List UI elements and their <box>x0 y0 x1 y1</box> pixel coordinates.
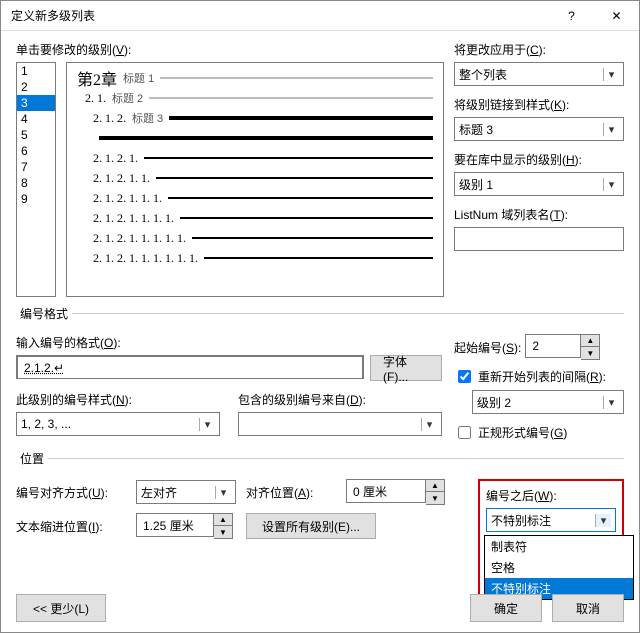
indent-spinner[interactable]: ▲▼ <box>136 513 236 539</box>
legal-label: 正规形式编号(G) <box>478 424 567 441</box>
font-button[interactable]: 字体(F)... <box>370 355 442 381</box>
titlebar: 定义新多级列表 ? ✕ <box>1 1 639 31</box>
ok-button[interactable]: 确定 <box>470 594 542 622</box>
aligned-at-label: 对齐位置(A): <box>246 484 336 501</box>
chevron-down-icon: ▾ <box>421 418 437 431</box>
close-button[interactable]: ✕ <box>594 1 639 30</box>
chevron-down-icon: ▾ <box>603 178 619 191</box>
window-title: 定义新多级列表 <box>11 7 95 24</box>
gallery-level-combo[interactable]: 级别 1▾ <box>454 172 624 196</box>
level-item[interactable]: 2 <box>17 79 55 95</box>
help-button[interactable]: ? <box>549 1 594 30</box>
position-legend: 位置 <box>16 450 48 467</box>
align-label: 编号对齐方式(U): <box>16 484 126 501</box>
less-button[interactable]: << 更少(L) <box>16 594 106 622</box>
enter-format-input[interactable] <box>16 355 364 379</box>
dialog-window: 定义新多级列表 ? ✕ 单击要修改的级别(V): 123456789 第2章标题… <box>0 0 640 633</box>
apply-to-label: 将更改应用于(C): <box>454 41 624 58</box>
restart-level-combo[interactable]: 级别 2▾ <box>472 390 624 414</box>
follow-option[interactable]: 空格 <box>485 557 633 578</box>
level-item[interactable]: 1 <box>17 63 55 79</box>
preview-row: 2. 1. 2. 1. 1. 1. <box>77 191 433 205</box>
start-at-label: 起始编号(S): <box>454 339 521 356</box>
chevron-down-icon: ▾ <box>603 68 619 81</box>
spin-down-icon[interactable]: ▼ <box>426 492 444 504</box>
position-section: 位置 <box>16 450 624 475</box>
spin-up-icon[interactable]: ▲ <box>581 335 599 347</box>
preview-row <box>77 131 433 145</box>
number-style-combo[interactable]: 1, 2, 3, ...▾ <box>16 412 220 436</box>
number-style-label: 此级别的编号样式(N): <box>16 391 220 408</box>
link-style-combo[interactable]: 标题 3▾ <box>454 117 624 141</box>
preview-row: 2. 1. 2. 1. 1. 1. 1. 1. 1. <box>77 251 433 265</box>
level-item[interactable]: 7 <box>17 159 55 175</box>
set-all-levels-button[interactable]: 设置所有级别(E)... <box>246 513 376 539</box>
listnum-label: ListNum 域列表名(T): <box>454 206 624 223</box>
preview-row: 2. 1. 2. 1. 1. 1. 1. 1. <box>77 231 433 245</box>
level-item[interactable]: 8 <box>17 175 55 191</box>
chevron-down-icon: ▾ <box>215 486 231 499</box>
chevron-down-icon: ▾ <box>595 514 611 527</box>
level-item[interactable]: 9 <box>17 191 55 207</box>
indent-label: 文本缩进位置(I): <box>16 518 126 535</box>
spin-up-icon[interactable]: ▲ <box>214 514 232 526</box>
level-listbox[interactable]: 123456789 <box>16 62 56 297</box>
chevron-down-icon: ▾ <box>603 396 619 409</box>
chevron-down-icon: ▾ <box>199 418 215 431</box>
legal-checkbox[interactable] <box>458 426 471 439</box>
spin-up-icon[interactable]: ▲ <box>426 480 444 492</box>
follow-dropdown-list[interactable]: 制表符空格不特别标注 <box>484 535 634 600</box>
format-section: 编号格式 <box>16 305 624 330</box>
spin-down-icon[interactable]: ▼ <box>581 347 599 359</box>
spin-down-icon[interactable]: ▼ <box>214 526 232 538</box>
chevron-down-icon: ▾ <box>603 123 619 136</box>
follow-option[interactable]: 制表符 <box>485 536 633 557</box>
listnum-input[interactable] <box>454 227 624 251</box>
apply-to-combo[interactable]: 整个列表▾ <box>454 62 624 86</box>
level-item[interactable]: 3 <box>17 95 55 111</box>
preview-row: 2. 1.标题 2 <box>77 91 433 105</box>
include-from-label: 包含的级别编号来自(D): <box>238 391 442 408</box>
preview-row: 2. 1. 2. 1. 1. <box>77 171 433 185</box>
preview-pane: 第2章标题 1 2. 1.标题 2 2. 1. 2.标题 3 2. 1. 2. 1. 2… <box>66 62 444 297</box>
include-from-combo[interactable]: ▾ <box>238 412 442 436</box>
gallery-level-label: 要在库中显示的级别(H): <box>454 151 624 168</box>
start-at-spinner[interactable]: ▲▼ <box>525 334 600 360</box>
follow-label: 编号之后(W): <box>486 487 616 504</box>
level-item[interactable]: 5 <box>17 127 55 143</box>
follow-number-highlight: 编号之后(W): 不特别标注▾ 制表符空格不特别标注 <box>478 479 624 598</box>
restart-label: 重新开始列表的间隔(R): <box>478 368 606 385</box>
format-legend: 编号格式 <box>16 305 72 322</box>
align-combo[interactable]: 左对齐▾ <box>136 480 236 504</box>
link-style-label: 将级别链接到样式(K): <box>454 96 624 113</box>
dialog-footer: << 更少(L) 确定 取消 <box>16 594 624 622</box>
level-item[interactable]: 6 <box>17 143 55 159</box>
enter-format-label: 输入编号的格式(O): <box>16 334 442 351</box>
aligned-at-spinner[interactable]: ▲▼ <box>346 479 466 505</box>
preview-row: 2. 1. 2.标题 3 <box>77 111 433 125</box>
follow-combo[interactable]: 不特别标注▾ <box>486 508 616 532</box>
cancel-button[interactable]: 取消 <box>552 594 624 622</box>
preview-row: 第2章标题 1 <box>77 71 433 85</box>
preview-row: 2. 1. 2. 1. 1. 1. 1. <box>77 211 433 225</box>
click-level-label: 单击要修改的级别(V): <box>16 41 444 58</box>
level-item[interactable]: 4 <box>17 111 55 127</box>
preview-row: 2. 1. 2. 1. <box>77 151 433 165</box>
restart-checkbox[interactable] <box>458 370 471 383</box>
